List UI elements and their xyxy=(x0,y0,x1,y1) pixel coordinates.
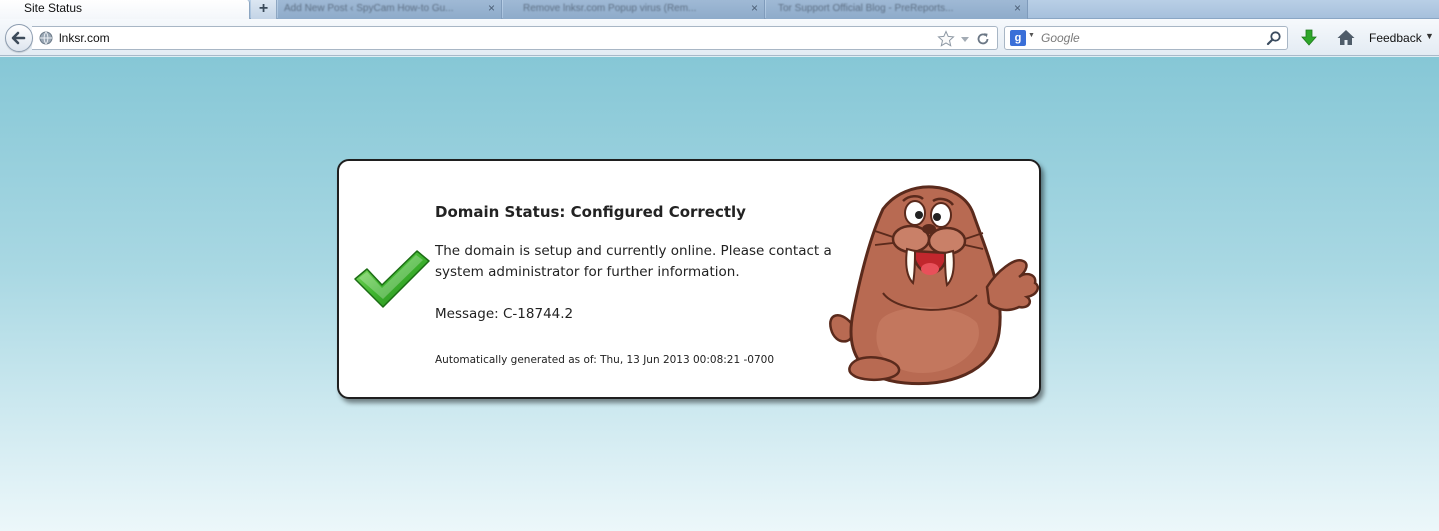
close-icon[interactable]: × xyxy=(751,1,758,15)
back-arrow-icon xyxy=(11,31,26,45)
new-tab-button[interactable]: + xyxy=(251,0,277,19)
navigation-bar: lnksr.com g ▼ Fee xyxy=(0,19,1439,56)
tab-title: Site Status xyxy=(24,1,83,15)
page-background: Domain Status: Configured Correctly The … xyxy=(0,57,1439,531)
walrus-mascot xyxy=(829,185,1039,386)
status-card: Domain Status: Configured Correctly The … xyxy=(337,159,1041,399)
status-description: The domain is setup and currently online… xyxy=(435,243,832,280)
search-bar[interactable]: g ▼ xyxy=(1004,26,1288,50)
status-message: Message: C-18744.2 xyxy=(435,306,574,322)
back-button[interactable] xyxy=(5,24,33,52)
url-text: lnksr.com xyxy=(59,31,110,45)
page-title: Domain Status: Configured Correctly xyxy=(435,203,746,221)
tab-title: Remove lnksr.com Popup virus (Rem... xyxy=(523,3,697,14)
close-icon[interactable]: × xyxy=(488,1,495,15)
download-icon[interactable] xyxy=(1299,28,1319,48)
reload-icon[interactable] xyxy=(975,31,991,47)
tab-title: Tor Support Official Blog - PreReports..… xyxy=(778,3,954,14)
tab-background-1[interactable]: Add New Post ‹ SpyCam How-to Gu... × xyxy=(278,0,502,19)
feedback-button[interactable]: Feedback xyxy=(1369,31,1422,45)
tab-site-status[interactable]: Site Status xyxy=(0,0,250,20)
url-bar-icons xyxy=(937,29,991,49)
search-input[interactable] xyxy=(1041,31,1261,45)
tab-strip: Site Status + Add New Post ‹ SpyCam How-… xyxy=(0,0,1439,20)
feedback-dropdown-icon[interactable]: ▼ xyxy=(1425,31,1434,41)
globe-icon xyxy=(39,31,53,45)
google-icon[interactable]: g xyxy=(1010,30,1026,46)
star-icon[interactable] xyxy=(937,30,955,48)
checkmark-icon xyxy=(354,250,430,308)
close-icon[interactable]: × xyxy=(1014,1,1021,15)
tab-background-2[interactable]: Remove lnksr.com Popup virus (Rem... × xyxy=(503,0,765,19)
generated-timestamp: Automatically generated as of: Thu, 13 J… xyxy=(435,354,775,366)
dropdown-arrow-icon[interactable] xyxy=(959,33,971,45)
url-bar[interactable]: lnksr.com xyxy=(32,26,998,50)
tab-background-3[interactable]: Tor Support Official Blog - PreReports..… xyxy=(766,0,1028,19)
tab-title: Add New Post ‹ SpyCam How-to Gu... xyxy=(284,3,454,14)
search-engine-dropdown-icon[interactable]: ▼ xyxy=(1028,32,1035,39)
home-icon[interactable] xyxy=(1336,28,1356,48)
search-icon[interactable] xyxy=(1266,30,1282,46)
